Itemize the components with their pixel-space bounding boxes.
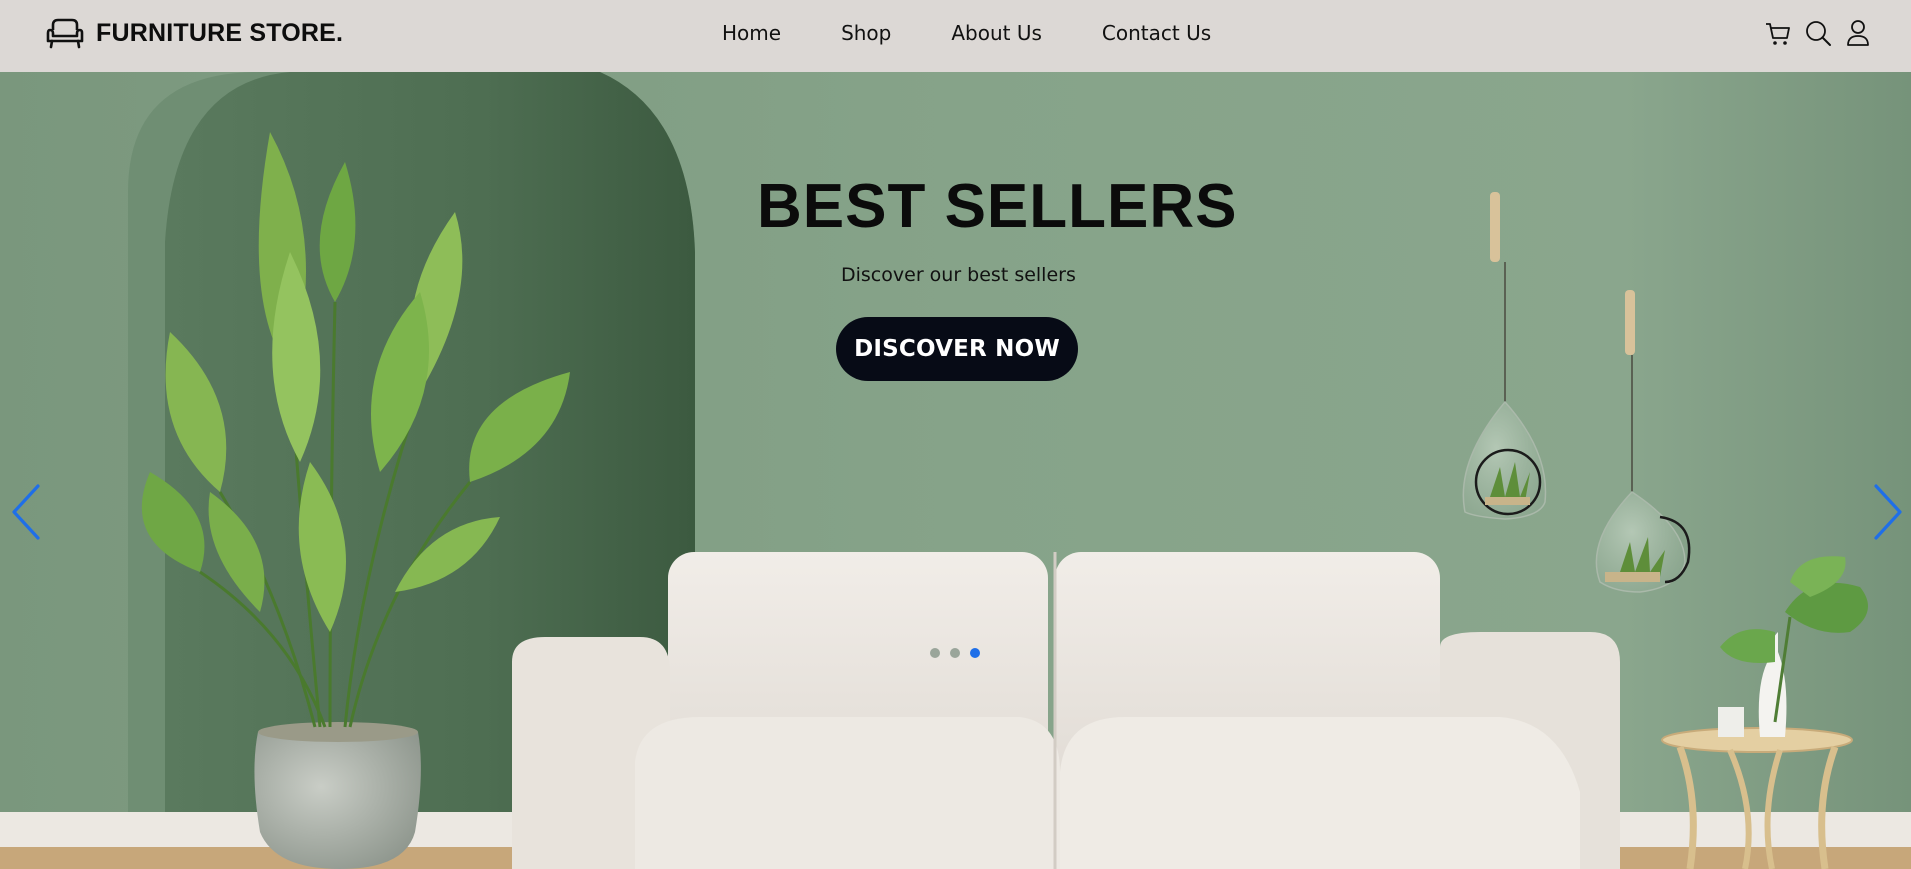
carousel-indicators — [930, 648, 990, 658]
nav-icons — [1753, 18, 1873, 48]
hero-subtitle: Discover our best sellers — [841, 264, 1076, 286]
armchair-logo-icon — [46, 18, 84, 49]
chevron-left-icon[interactable] — [8, 480, 44, 544]
nav-link-shop[interactable]: Shop — [841, 20, 891, 46]
nav-link-about-us[interactable]: About Us — [951, 20, 1042, 46]
nav-link-home[interactable]: Home — [722, 20, 781, 46]
main-nav: Home Shop About Us Contact Us — [722, 20, 1271, 46]
carousel-dot-3[interactable] — [970, 648, 980, 658]
navbar: FURNITURE STORE. Home Shop About Us Cont… — [0, 0, 1911, 72]
hero-title: BEST SELLERS — [757, 172, 1238, 241]
carousel-dot-2[interactable] — [950, 648, 960, 658]
carousel-dot-1[interactable] — [930, 648, 940, 658]
brand-link[interactable]: FURNITURE STORE. — [46, 16, 343, 50]
cart-icon[interactable] — [1763, 18, 1793, 48]
user-icon[interactable] — [1843, 18, 1873, 48]
discover-now-button[interactable]: DISCOVER NOW — [836, 317, 1078, 381]
brand-name: FURNITURE STORE. — [96, 18, 344, 47]
chevron-right-icon[interactable] — [1870, 480, 1906, 544]
nav-link-contact-us[interactable]: Contact Us — [1102, 20, 1211, 46]
hero-banner: BEST SELLERS Discover our best sellers D… — [0, 72, 1911, 869]
search-icon[interactable] — [1803, 18, 1833, 48]
